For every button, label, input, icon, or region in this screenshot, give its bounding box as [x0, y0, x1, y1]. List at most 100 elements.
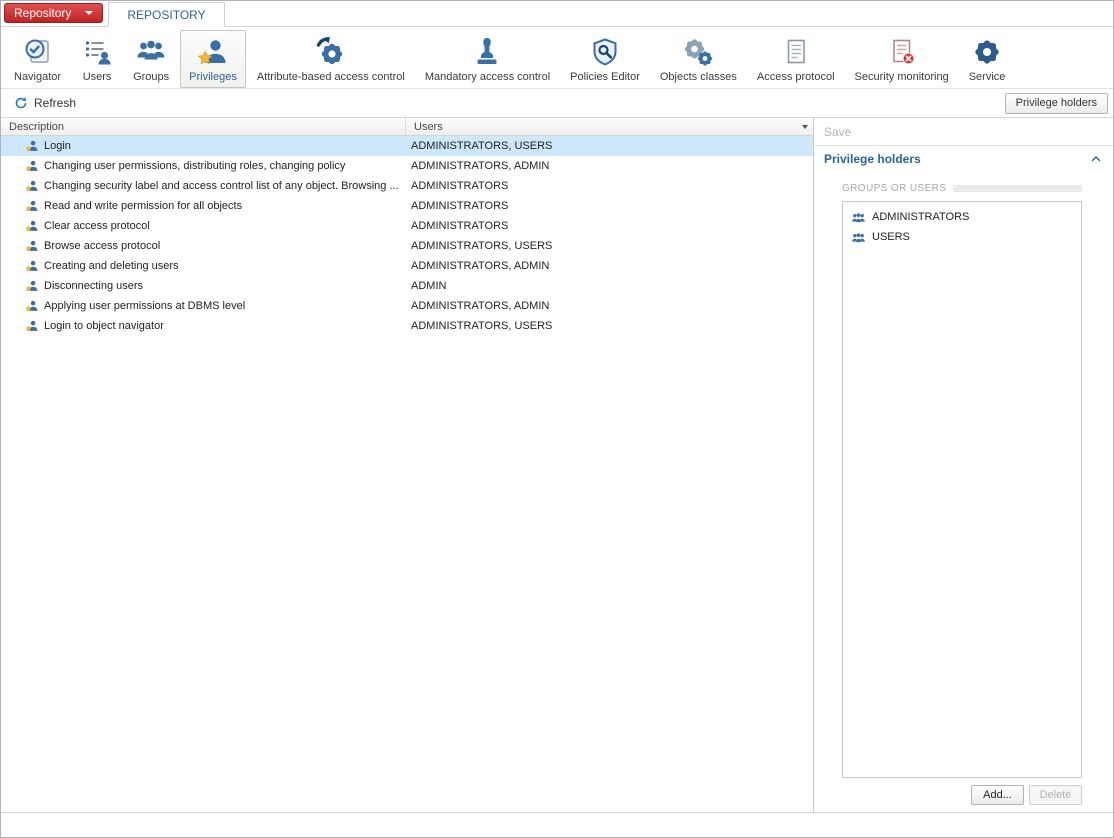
ribbon-item-objects-classes[interactable]: Objects classes — [651, 30, 746, 88]
privilege-description: Browse access protocol — [44, 240, 160, 252]
ribbon-item-label: Policies Editor — [570, 71, 640, 83]
table-row[interactable]: Login to object navigator ADMINISTRATORS… — [1, 316, 813, 336]
ribbon-item-service[interactable]: Service — [960, 30, 1015, 88]
table-row[interactable]: Read and write permission for all object… — [1, 196, 813, 216]
ribbon-item-label: Mandatory access control — [425, 71, 550, 83]
privilege-holders-section-body: GROUPS OR USERS ADMINISTRATORS USERS — [814, 171, 1113, 812]
table-body: Login ADMINISTRATORS, USERS Changing use… — [1, 136, 813, 812]
users-cell: ADMINISTRATORS, ADMIN — [406, 260, 813, 272]
footer-spacer — [1, 813, 1113, 837]
main-content: Description Users Login ADMINISTRATORS, … — [1, 118, 1113, 813]
ribbon-item-label: Users — [83, 71, 112, 83]
privilege-description: Applying user permissions at DBMS level — [44, 300, 245, 312]
caret-down-icon — [85, 11, 93, 15]
privilege-description: Changing user permissions, distributing … — [44, 160, 345, 172]
privilege-icon — [25, 219, 39, 233]
privilege-description: Login — [44, 140, 71, 152]
delete-button[interactable]: Delete — [1029, 785, 1082, 805]
column-menu-button[interactable] — [797, 118, 813, 135]
ribbon-item-privileges[interactable]: Privileges — [180, 30, 246, 88]
save-button[interactable]: Save — [814, 118, 1113, 145]
privilege-icon — [25, 319, 39, 333]
privilege-icon — [25, 159, 39, 173]
privilege-users: ADMINISTRATORS, USERS — [411, 320, 552, 332]
ribbon-item-mandatory-access-control[interactable]: Mandatory access control — [416, 30, 559, 88]
gear-icon — [971, 36, 1003, 68]
members-listbox[interactable]: ADMINISTRATORS USERS — [842, 201, 1082, 778]
table-row[interactable]: Login ADMINISTRATORS, USERS — [1, 136, 813, 156]
ribbon-item-attribute-based-access-control[interactable]: Attribute-based access control — [248, 30, 414, 88]
member-list-item[interactable]: ADMINISTRATORS — [843, 207, 1081, 227]
privilege-icon — [25, 259, 39, 273]
tab-repository[interactable]: REPOSITORY — [108, 2, 224, 27]
document-error-icon — [886, 36, 918, 68]
privileges-table: Description Users Login ADMINISTRATORS, … — [1, 118, 814, 812]
ribbon-item-label: Privileges — [189, 71, 237, 83]
column-header-description[interactable]: Description — [1, 118, 406, 135]
ribbon-item-label: Groups — [133, 71, 169, 83]
privilege-description: Creating and deleting users — [44, 260, 179, 272]
secondary-toolbar: Refresh Privilege holders — [1, 89, 1113, 118]
refresh-button[interactable]: Refresh — [9, 93, 81, 113]
privilege-description: Login to object navigator — [44, 320, 164, 332]
users-cell: ADMINISTRATORS, ADMIN — [406, 300, 813, 312]
member-list-item[interactable]: USERS — [843, 227, 1081, 247]
ribbon-item-security-monitoring[interactable]: Security monitoring — [846, 30, 958, 88]
privilege-users: ADMINISTRATORS, ADMIN — [411, 160, 549, 172]
add-button[interactable]: Add... — [971, 785, 1024, 805]
users-cell: ADMINISTRATORS, USERS — [406, 140, 813, 152]
users-icon — [81, 36, 113, 68]
repository-menu-label: Repository — [14, 6, 71, 20]
users-cell: ADMINISTRATORS, USERS — [406, 240, 813, 252]
ribbon-item-navigator[interactable]: Navigator — [5, 30, 70, 88]
table-row[interactable]: Applying user permissions at DBMS level … — [1, 296, 813, 316]
privilege-icon — [25, 299, 39, 313]
label-divider — [953, 185, 1082, 192]
table-row[interactable]: Changing security label and access contr… — [1, 176, 813, 196]
member-name: USERS — [872, 231, 910, 243]
description-cell: Login to object navigator — [1, 319, 406, 333]
table-row[interactable]: Browse access protocol ADMINISTRATORS, U… — [1, 236, 813, 256]
privilege-holders-button[interactable]: Privilege holders — [1005, 93, 1108, 114]
ribbon-item-policies-editor[interactable]: Policies Editor — [561, 30, 649, 88]
details-panel: Save Privilege holders GROUPS OR USERS A… — [814, 118, 1113, 812]
groups-icon — [135, 36, 167, 68]
description-cell: Browse access protocol — [1, 239, 406, 253]
privileges-icon — [197, 36, 229, 68]
gears-icon — [682, 36, 714, 68]
ribbon-item-access-protocol[interactable]: Access protocol — [748, 30, 844, 88]
description-cell: Changing security label and access contr… — [1, 179, 406, 193]
description-cell: Changing user permissions, distributing … — [1, 159, 406, 173]
caret-down-icon — [802, 125, 808, 129]
description-cell: Applying user permissions at DBMS level — [1, 299, 406, 313]
privilege-description: Clear access protocol — [44, 220, 150, 232]
table-row[interactable]: Creating and deleting users ADMINISTRATO… — [1, 256, 813, 276]
member-buttons-row: Add... Delete — [842, 778, 1082, 807]
privilege-icon — [25, 279, 39, 293]
description-cell: Disconnecting users — [1, 279, 406, 293]
ribbon-item-users[interactable]: Users — [72, 30, 122, 88]
ribbon-item-groups[interactable]: Groups — [124, 30, 178, 88]
ribbon-item-label: Navigator — [14, 71, 61, 83]
privilege-icon — [25, 199, 39, 213]
table-row[interactable]: Disconnecting users ADMIN — [1, 276, 813, 296]
privilege-users: ADMINISTRATORS — [411, 180, 508, 192]
privilege-icon — [25, 179, 39, 193]
privilege-users: ADMINISTRATORS, USERS — [411, 140, 552, 152]
navigator-icon — [22, 36, 54, 68]
privilege-holders-section-header[interactable]: Privilege holders — [814, 145, 1113, 171]
repository-menu-button[interactable]: Repository — [4, 3, 103, 23]
table-row[interactable]: Changing user permissions, distributing … — [1, 156, 813, 176]
group-icon — [851, 211, 866, 224]
users-cell: ADMIN — [406, 280, 813, 292]
refresh-icon — [14, 96, 28, 110]
description-cell: Creating and deleting users — [1, 259, 406, 273]
refresh-label: Refresh — [34, 96, 76, 110]
ribbon-item-label: Attribute-based access control — [257, 71, 405, 83]
table-row[interactable]: Clear access protocol ADMINISTRATORS — [1, 216, 813, 236]
top-bar: Repository REPOSITORY — [1, 1, 1113, 27]
save-label: Save — [824, 125, 851, 139]
column-header-users[interactable]: Users — [406, 118, 797, 135]
users-cell: ADMINISTRATORS, ADMIN — [406, 160, 813, 172]
privilege-users: ADMINISTRATORS, ADMIN — [411, 260, 549, 272]
